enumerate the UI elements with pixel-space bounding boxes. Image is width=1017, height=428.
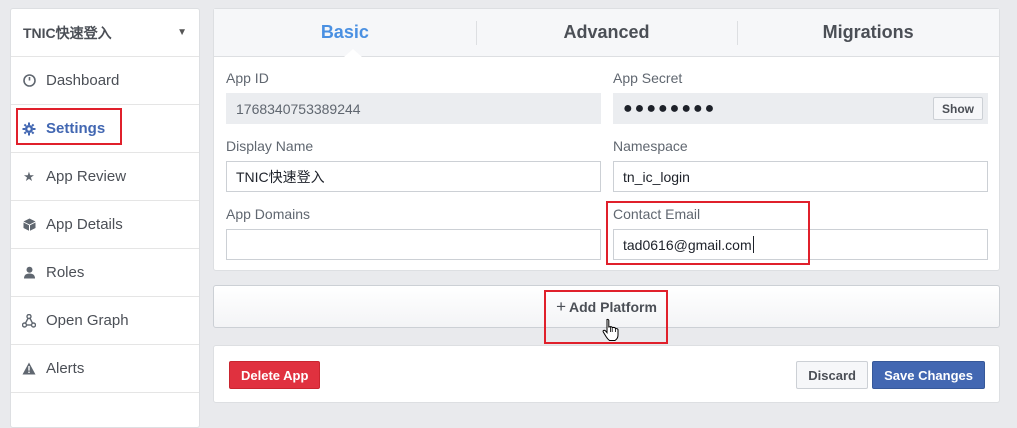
show-secret-button[interactable]: Show	[933, 97, 983, 120]
display-name-label: Display Name	[226, 138, 314, 154]
sidebar-item-label: Roles	[46, 264, 85, 281]
sidebar-item-app-details[interactable]: App Details	[11, 201, 199, 249]
sidebar-item-label: Dashboard	[46, 72, 120, 89]
contact-email-field[interactable]: tad0616@gmail.com	[613, 229, 988, 260]
alert-icon	[22, 362, 36, 376]
display-name-field[interactable]: TNIC快速登入	[226, 161, 601, 192]
app-domains-label: App Domains	[226, 206, 311, 222]
gear-icon	[22, 122, 36, 136]
add-platform-label: Add Platform	[569, 298, 657, 315]
sidebar-item-label: App Details	[46, 216, 123, 233]
sidebar: TNIC快速登入 ▼ Dashboard Settings ★ App Revi…	[10, 8, 200, 428]
person-icon	[22, 266, 36, 280]
app-id-field: 1768340753389244	[226, 93, 601, 124]
app-id-label: App ID	[226, 70, 269, 86]
contact-email-value: tad0616@gmail.com	[623, 236, 752, 253]
sidebar-item-roles[interactable]: Roles	[11, 249, 199, 297]
plus-icon: +	[556, 296, 567, 316]
namespace-label: Namespace	[613, 138, 688, 154]
sidebar-item-label: Settings	[46, 120, 106, 137]
sidebar-item-label: Alerts	[46, 360, 85, 377]
active-tab-indicator	[344, 49, 362, 57]
app-id-value: 1768340753389244	[236, 100, 361, 117]
sidebar-item-label: App Review	[46, 168, 127, 185]
app-name: TNIC快速登入	[23, 24, 112, 41]
tab-migrations[interactable]: Migrations	[737, 9, 999, 56]
tab-bar: Basic Advanced Migrations	[214, 9, 999, 57]
sidebar-item-settings[interactable]: Settings	[11, 105, 199, 153]
app-secret-field: ●●●●●●●● Show	[613, 93, 988, 124]
hand-cursor-icon	[602, 318, 619, 341]
graph-icon	[22, 313, 36, 328]
text-cursor	[752, 236, 754, 253]
star-icon: ★	[23, 168, 35, 184]
app-secret-value: ●●●●●●●●	[623, 99, 717, 117]
namespace-value: tn_ic_login	[623, 168, 690, 185]
sidebar-item-open-graph[interactable]: Open Graph	[11, 297, 199, 345]
settings-card: Basic Advanced Migrations App ID 1768340…	[213, 8, 1000, 271]
dashboard-icon	[22, 74, 36, 88]
tab-advanced[interactable]: Advanced	[475, 9, 738, 56]
app-domains-field[interactable]	[226, 229, 601, 260]
display-name-value: TNIC快速登入	[236, 168, 325, 185]
namespace-field[interactable]: tn_ic_login	[613, 161, 988, 192]
sidebar-item-app-review[interactable]: ★ App Review	[11, 153, 199, 201]
app-secret-label: App Secret	[613, 70, 683, 86]
cube-icon	[22, 218, 36, 232]
discard-button[interactable]: Discard	[796, 361, 868, 389]
save-changes-button[interactable]: Save Changes	[872, 361, 985, 389]
chevron-down-icon: ▼	[177, 27, 187, 38]
footer-actions: Delete App Discard Save Changes	[213, 345, 1000, 403]
sidebar-item-dashboard[interactable]: Dashboard	[11, 57, 199, 105]
delete-app-button[interactable]: Delete App	[229, 361, 321, 389]
sidebar-item-label: Open Graph	[46, 312, 129, 329]
app-switcher[interactable]: TNIC快速登入 ▼	[11, 9, 199, 57]
contact-email-label: Contact Email	[613, 206, 701, 222]
sidebar-item-alerts[interactable]: Alerts	[11, 345, 199, 393]
